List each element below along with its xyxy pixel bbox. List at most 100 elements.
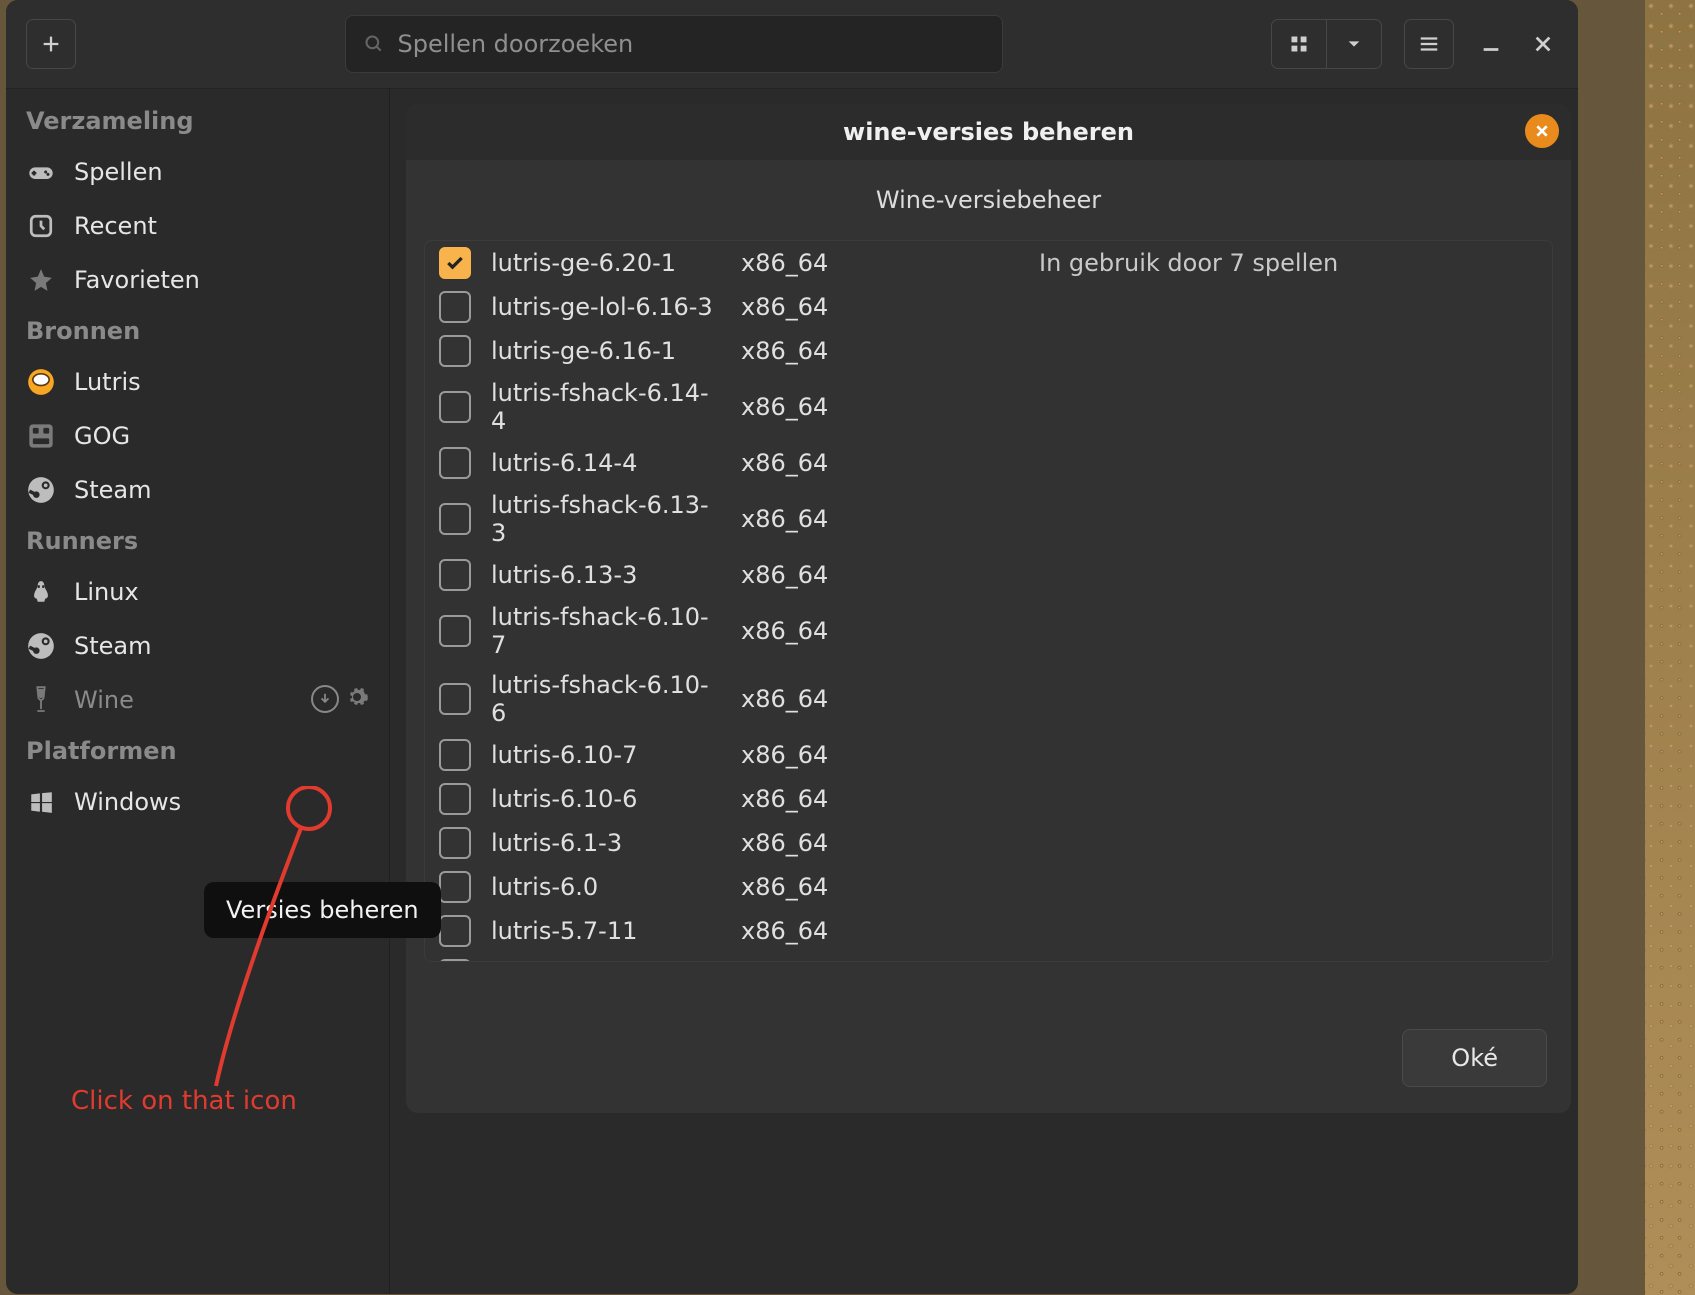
section-title: Verzameling: [6, 97, 389, 145]
plus-icon: [40, 33, 62, 55]
version-arch: x86_64: [741, 449, 921, 477]
sidebar-item-label: Wine: [74, 686, 134, 714]
wine-version-row[interactable]: lutris-ge-6.16-1 x86_64: [425, 329, 1552, 373]
wine-version-row[interactable]: lutris-6.10-7x86_64: [425, 733, 1552, 777]
version-checkbox[interactable]: [439, 447, 471, 479]
sidebar-item-linux[interactable]: Linux: [6, 565, 389, 619]
lutris-window: Spellen doorzoeken Verzamelin: [6, 0, 1578, 1294]
runner-settings-icon[interactable]: [345, 685, 369, 715]
wine-version-row[interactable]: lutris-ge-6.20-1 x86_64 In gebruik door 7 …: [425, 241, 1552, 285]
version-arch: x86_64: [741, 337, 921, 365]
close-icon: [1534, 123, 1550, 139]
version-name: lutris-ge-6.16-1: [491, 337, 723, 365]
dialog-close-button[interactable]: [1525, 114, 1559, 148]
sidebar-item-label: Steam: [74, 476, 152, 504]
version-checkbox[interactable]: [439, 683, 471, 715]
version-checkbox[interactable]: [439, 391, 471, 423]
manage-versions-icon[interactable]: [311, 685, 339, 713]
version-checkbox[interactable]: [439, 827, 471, 859]
version-arch: x86_64: [741, 961, 921, 962]
wine-version-row[interactable]: lutris-5.7-11x86_64: [425, 909, 1552, 953]
dialog-title: wine-versies beheren: [843, 118, 1134, 146]
section-title: Bronnen: [6, 307, 389, 355]
clock-icon: [26, 211, 56, 241]
version-checkbox[interactable]: [439, 291, 471, 323]
star-icon: [26, 265, 56, 295]
wine-version-list[interactable]: lutris-ge-6.20-1 x86_64 In gebruik door 7 …: [424, 240, 1553, 962]
hamburger-icon: [1418, 33, 1440, 55]
sidebar-item-favorieten[interactable]: Favorieten: [6, 253, 389, 307]
sidebar-item-label: Recent: [74, 212, 157, 240]
hamburger-menu-button[interactable]: [1404, 19, 1454, 69]
linux-icon: [26, 577, 56, 607]
view-dropdown-button[interactable]: [1326, 20, 1381, 68]
version-checkbox[interactable]: [439, 959, 471, 962]
minimize-button[interactable]: [1476, 29, 1506, 59]
ok-button[interactable]: Oké: [1402, 1029, 1547, 1087]
dialog-header: wine-versies beheren: [406, 104, 1571, 160]
lutris-icon: [26, 367, 56, 397]
search-placeholder: Spellen doorzoeken: [398, 30, 634, 58]
sidebar-item-gog[interactable]: GOG: [6, 409, 389, 463]
sidebar-item-actions: [311, 685, 369, 715]
sidebar-item-wine[interactable]: Wine: [6, 673, 389, 727]
version-name: lutris-6.1-3: [491, 829, 723, 857]
wine-version-row[interactable]: lutris-fshack-5.6-5x86_64: [425, 953, 1552, 962]
sidebar-item-label: Windows: [74, 788, 181, 816]
add-game-button[interactable]: [26, 19, 76, 69]
wine-version-row[interactable]: lutris-ge-lol-6.16-3x86_64: [425, 285, 1552, 329]
sidebar-item-spellen[interactable]: Spellen: [6, 145, 389, 199]
version-name: lutris-ge-lol-6.16-3: [491, 293, 723, 321]
wine-version-row[interactable]: lutris-fshack-6.10-6x86_64: [425, 665, 1552, 733]
version-name: lutris-6.10-6: [491, 785, 723, 813]
wine-version-row[interactable]: lutris-6.0x86_64: [425, 865, 1552, 909]
version-arch: x86_64: [741, 785, 921, 813]
sidebar-item-label: Linux: [74, 578, 139, 606]
version-arch: x86_64: [741, 249, 921, 277]
sidebar-item-recent[interactable]: Recent: [6, 199, 389, 253]
sidebar-item-windows[interactable]: Windows: [6, 775, 389, 829]
sidebar-item-steam[interactable]: Steam: [6, 619, 389, 673]
version-checkbox[interactable]: [439, 247, 471, 279]
wine-version-row[interactable]: lutris-6.13-3x86_64: [425, 553, 1552, 597]
sidebar-item-label: GOG: [74, 422, 130, 450]
version-checkbox[interactable]: [439, 559, 471, 591]
header-bar: Spellen doorzoeken: [6, 0, 1578, 89]
wine-version-row[interactable]: lutris-fshack-6.10-7 x86_64: [425, 597, 1552, 665]
close-icon: [1532, 33, 1554, 55]
annotation-text: Click on that icon: [71, 1086, 297, 1116]
version-arch: x86_64: [741, 561, 921, 589]
wine-version-row[interactable]: lutris-fshack-6.14-4x86_64: [425, 373, 1552, 441]
close-window-button[interactable]: [1528, 29, 1558, 59]
dialog-footer: Oké: [406, 1003, 1571, 1113]
search-icon: [364, 34, 384, 54]
version-checkbox[interactable]: [439, 739, 471, 771]
wine-icon: [26, 685, 56, 715]
search-box[interactable]: Spellen doorzoeken: [345, 15, 1003, 73]
grid-view-button[interactable]: [1272, 20, 1326, 68]
version-checkbox[interactable]: [439, 335, 471, 367]
wine-version-row[interactable]: lutris-6.14-4x86_64: [425, 441, 1552, 485]
version-arch: x86_64: [741, 393, 921, 421]
version-checkbox[interactable]: [439, 615, 471, 647]
version-name: lutris-6.10-7: [491, 741, 723, 769]
wine-version-row[interactable]: lutris-6.1-3x86_64: [425, 821, 1552, 865]
chevron-down-icon: [1346, 36, 1362, 52]
sidebar-item-lutris[interactable]: Lutris: [6, 355, 389, 409]
version-arch: x86_64: [741, 617, 921, 645]
version-checkbox[interactable]: [439, 915, 471, 947]
sidebar-item-label: Spellen: [74, 158, 163, 186]
version-usage-info: In gebruik door 7 spellen: [1039, 249, 1338, 277]
minimize-icon: [1480, 33, 1502, 55]
version-checkbox[interactable]: [439, 783, 471, 815]
wine-version-row[interactable]: lutris-6.10-6 x86_64: [425, 777, 1552, 821]
wine-version-row[interactable]: lutris-fshack-6.13-3x86_64: [425, 485, 1552, 553]
steam-icon: [26, 475, 56, 505]
version-name: lutris-fshack-6.10-7: [491, 603, 723, 659]
version-checkbox[interactable]: [439, 871, 471, 903]
version-name: lutris-fshack-6.10-6: [491, 671, 723, 727]
version-name: lutris-ge-6.20-1: [491, 249, 723, 277]
sidebar-item-steam[interactable]: Steam: [6, 463, 389, 517]
gog-icon: [26, 421, 56, 451]
version-checkbox[interactable]: [439, 503, 471, 535]
